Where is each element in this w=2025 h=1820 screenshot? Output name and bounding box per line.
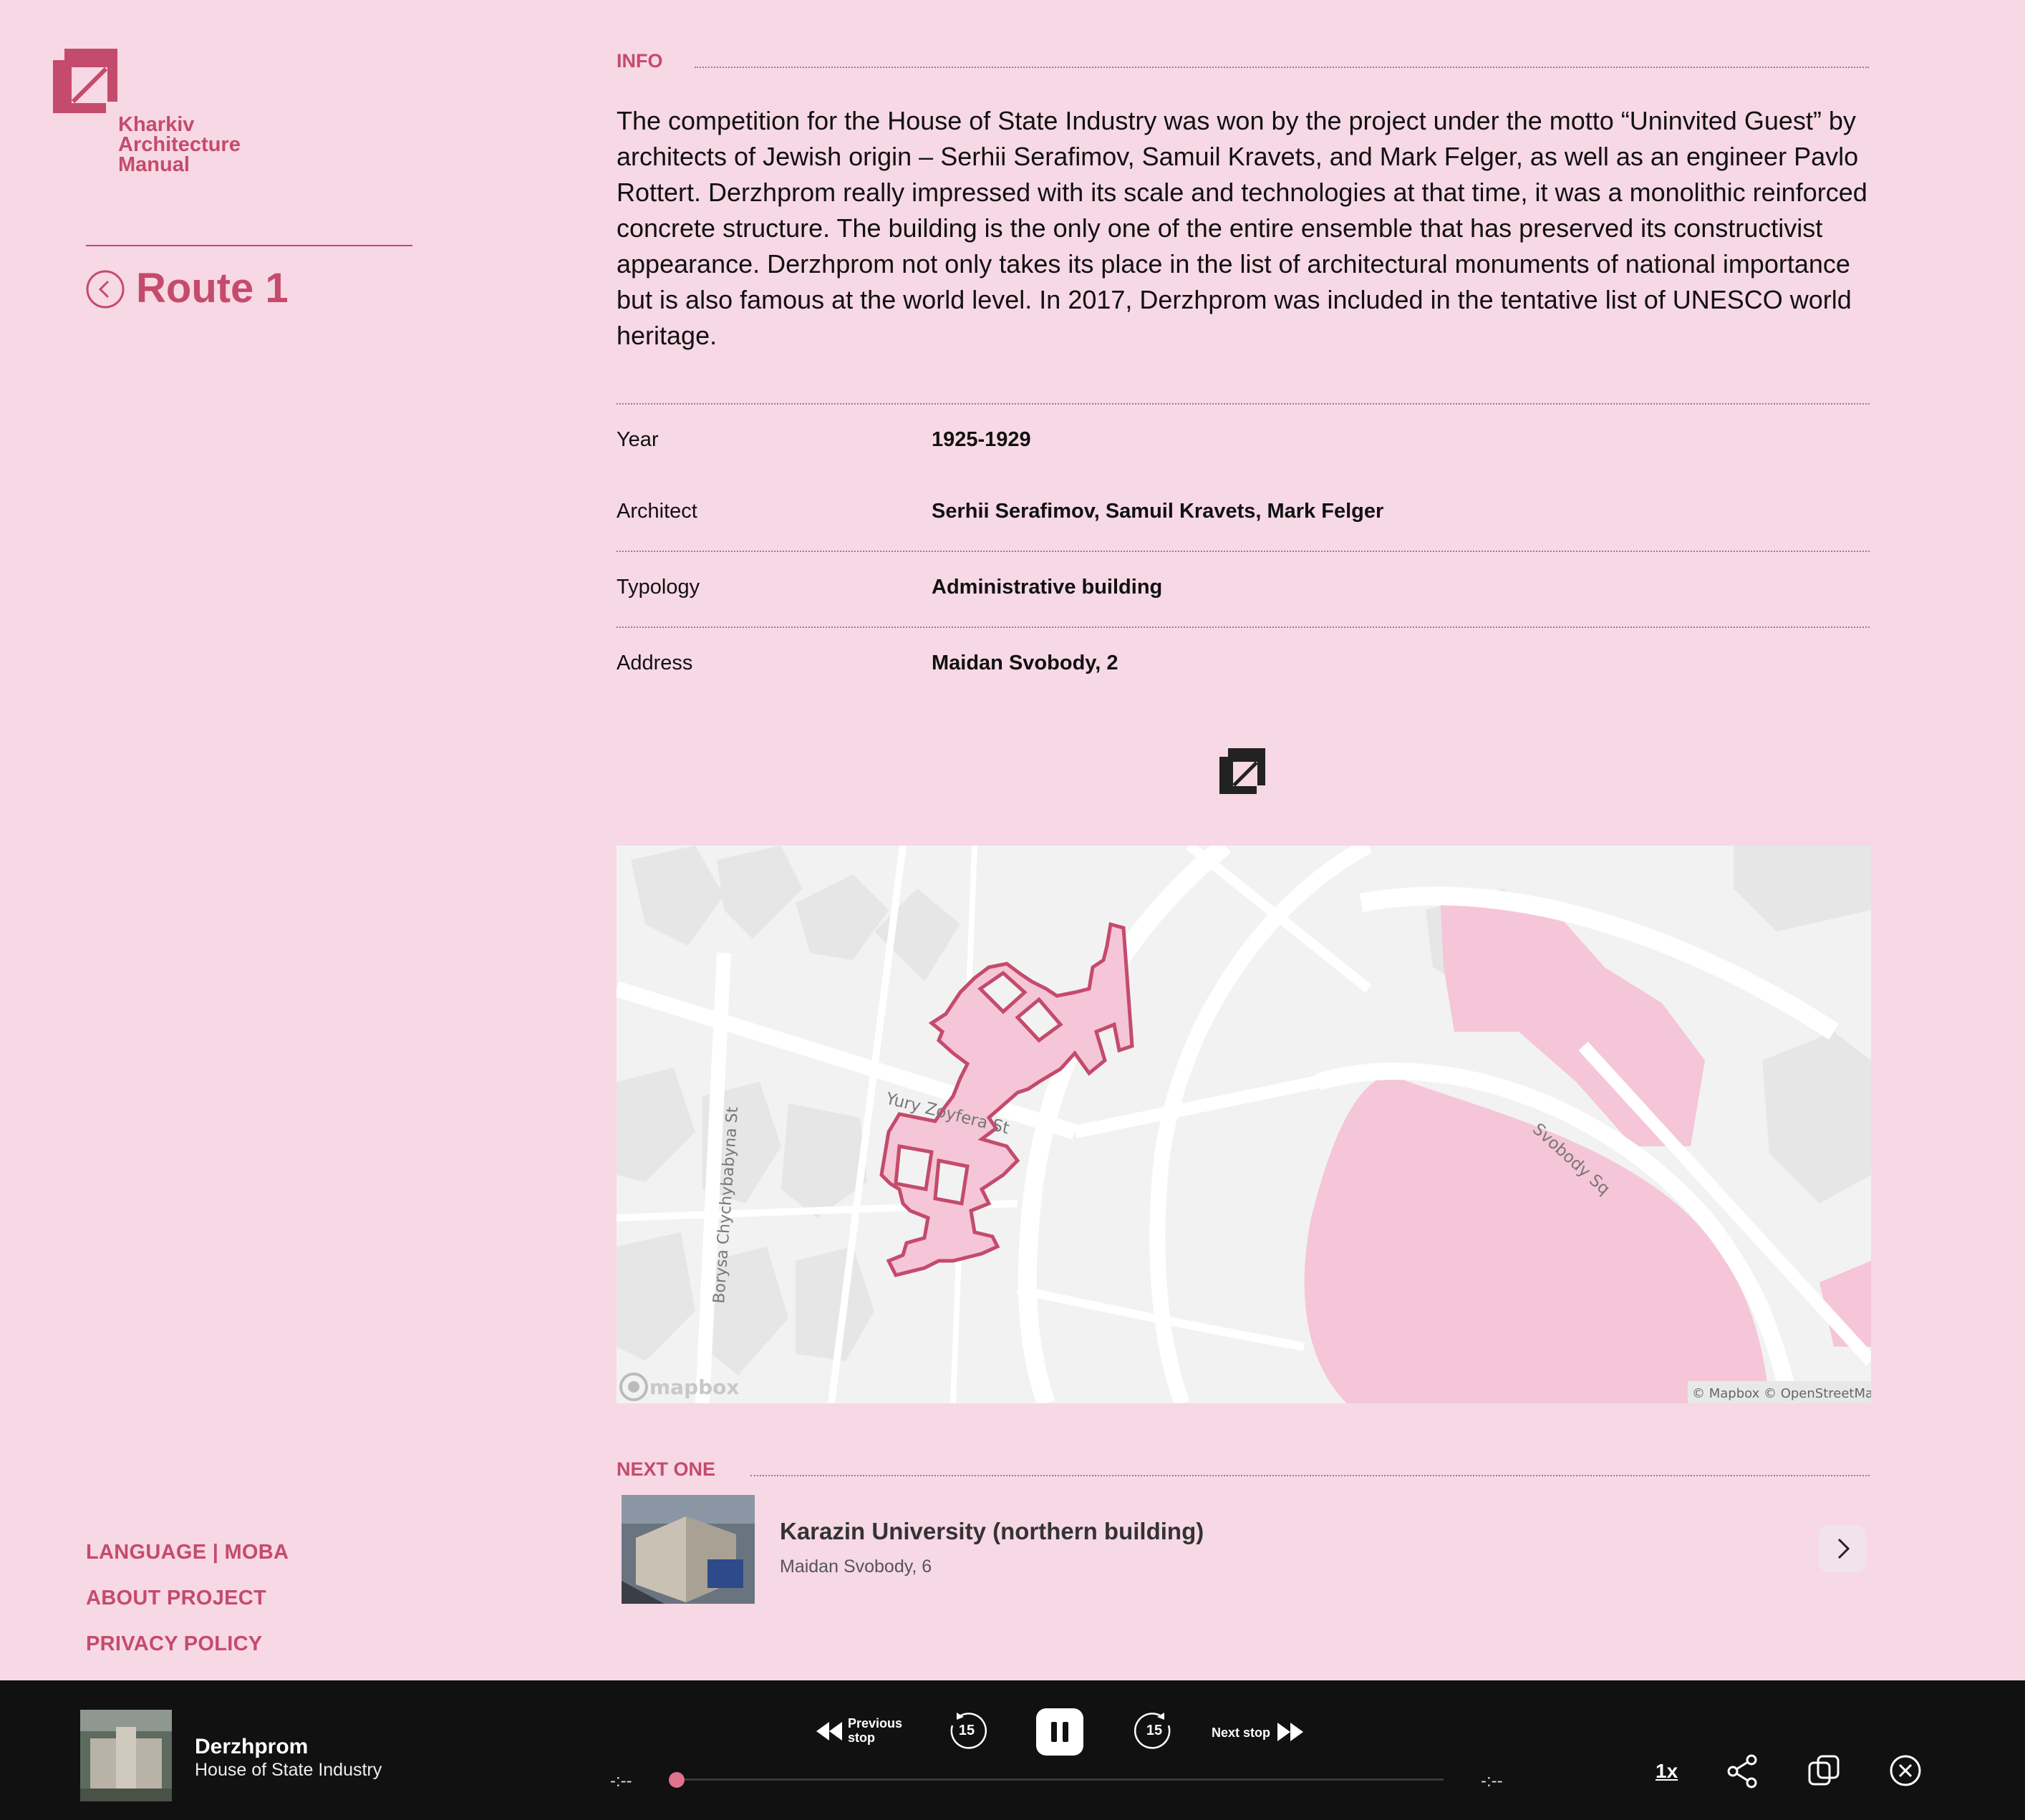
share-icon[interactable] xyxy=(1726,1754,1760,1788)
previous-stop-label: stop xyxy=(848,1731,875,1745)
map-view[interactable]: Yury Zoyfera St Borysa Chychybabyna St S… xyxy=(617,846,1871,1403)
route-title[interactable]: Route 1 xyxy=(136,263,289,314)
dotted-divider xyxy=(695,67,1869,68)
next-stop-title[interactable]: Karazin University (northern building) xyxy=(780,1518,1204,1545)
language-switch-link[interactable]: LANGUAGE | MOBA xyxy=(86,1541,289,1564)
about-project-link[interactable]: ABOUT PROJECT xyxy=(86,1587,266,1610)
logo-line: Manual xyxy=(118,153,190,176)
close-icon[interactable] xyxy=(1889,1754,1922,1787)
dotted-divider xyxy=(617,551,1870,552)
info-row-value-address: Maidan Svobody, 2 xyxy=(932,652,1118,674)
next-stop-address: Maidan Svobody, 6 xyxy=(780,1557,932,1577)
next-stop-button[interactable]: Next stop xyxy=(1212,1721,1305,1746)
logo-line: Kharkiv xyxy=(118,113,195,136)
divider-logo-icon xyxy=(1219,748,1265,794)
dotted-divider xyxy=(750,1475,1870,1476)
next-stop-label: Next stop xyxy=(1212,1725,1271,1740)
progress-handle[interactable] xyxy=(669,1772,685,1788)
fast-forward-double-icon xyxy=(1277,1723,1303,1741)
forward-seconds-label: 15 xyxy=(1146,1723,1163,1738)
forward-15-button[interactable]: 15 xyxy=(1134,1711,1174,1751)
player-thumbnail xyxy=(80,1710,172,1801)
chevron-left-circle-icon[interactable] xyxy=(86,270,125,309)
previous-stop-label: Previous xyxy=(848,1716,903,1731)
pause-icon xyxy=(1051,1722,1068,1742)
dotted-divider xyxy=(617,403,1870,405)
info-row-value-year: 1925-1929 xyxy=(932,428,1031,451)
playback-speed-button[interactable]: 1x xyxy=(1656,1760,1678,1783)
picture-in-picture-icon[interactable] xyxy=(1807,1754,1840,1787)
elapsed-time: -:-- xyxy=(610,1771,632,1791)
logo-line: Architecture xyxy=(118,133,241,156)
svg-text:mapbox: mapbox xyxy=(649,1375,739,1399)
previous-stop-button[interactable]: Previous stop xyxy=(815,1716,908,1748)
logo-text: Kharkiv Architecture Manual xyxy=(118,115,241,175)
rewind-double-icon xyxy=(816,1722,842,1741)
info-row-label-year: Year xyxy=(617,428,659,451)
info-row-value-typology: Administrative building xyxy=(932,576,1163,599)
building-description: The competition for the House of State I… xyxy=(617,106,1867,350)
progress-track[interactable] xyxy=(676,1778,1444,1781)
dotted-divider xyxy=(617,626,1870,628)
rewind-seconds-label: 15 xyxy=(958,1723,975,1738)
privacy-policy-link[interactable]: PRIVACY POLICY xyxy=(86,1632,262,1656)
player-track-title: Derzhprom xyxy=(195,1735,309,1758)
pause-button[interactable] xyxy=(1036,1708,1083,1756)
player-track-subtitle: House of State Industry xyxy=(195,1760,382,1780)
next-stop-arrow-button[interactable] xyxy=(1819,1525,1866,1572)
chevron-right-icon xyxy=(1837,1538,1850,1559)
info-section-label: INFO xyxy=(617,50,663,72)
map-attribution[interactable]: © Mapbox © OpenStreetMap xyxy=(1692,1386,1871,1401)
sidebar-divider xyxy=(86,245,412,246)
info-row-value-architect: Serhii Serafimov, Samuil Kravets, Mark F… xyxy=(932,500,1384,523)
rewind-15-button[interactable]: 15 xyxy=(947,1711,987,1751)
total-time: -:-- xyxy=(1481,1771,1503,1791)
info-row-label-architect: Architect xyxy=(617,500,697,523)
next-stop-thumbnail[interactable] xyxy=(622,1495,755,1604)
info-row-label-typology: Typology xyxy=(617,576,700,599)
info-row-label-address: Address xyxy=(617,652,693,674)
next-section-label: NEXT ONE xyxy=(617,1458,716,1480)
